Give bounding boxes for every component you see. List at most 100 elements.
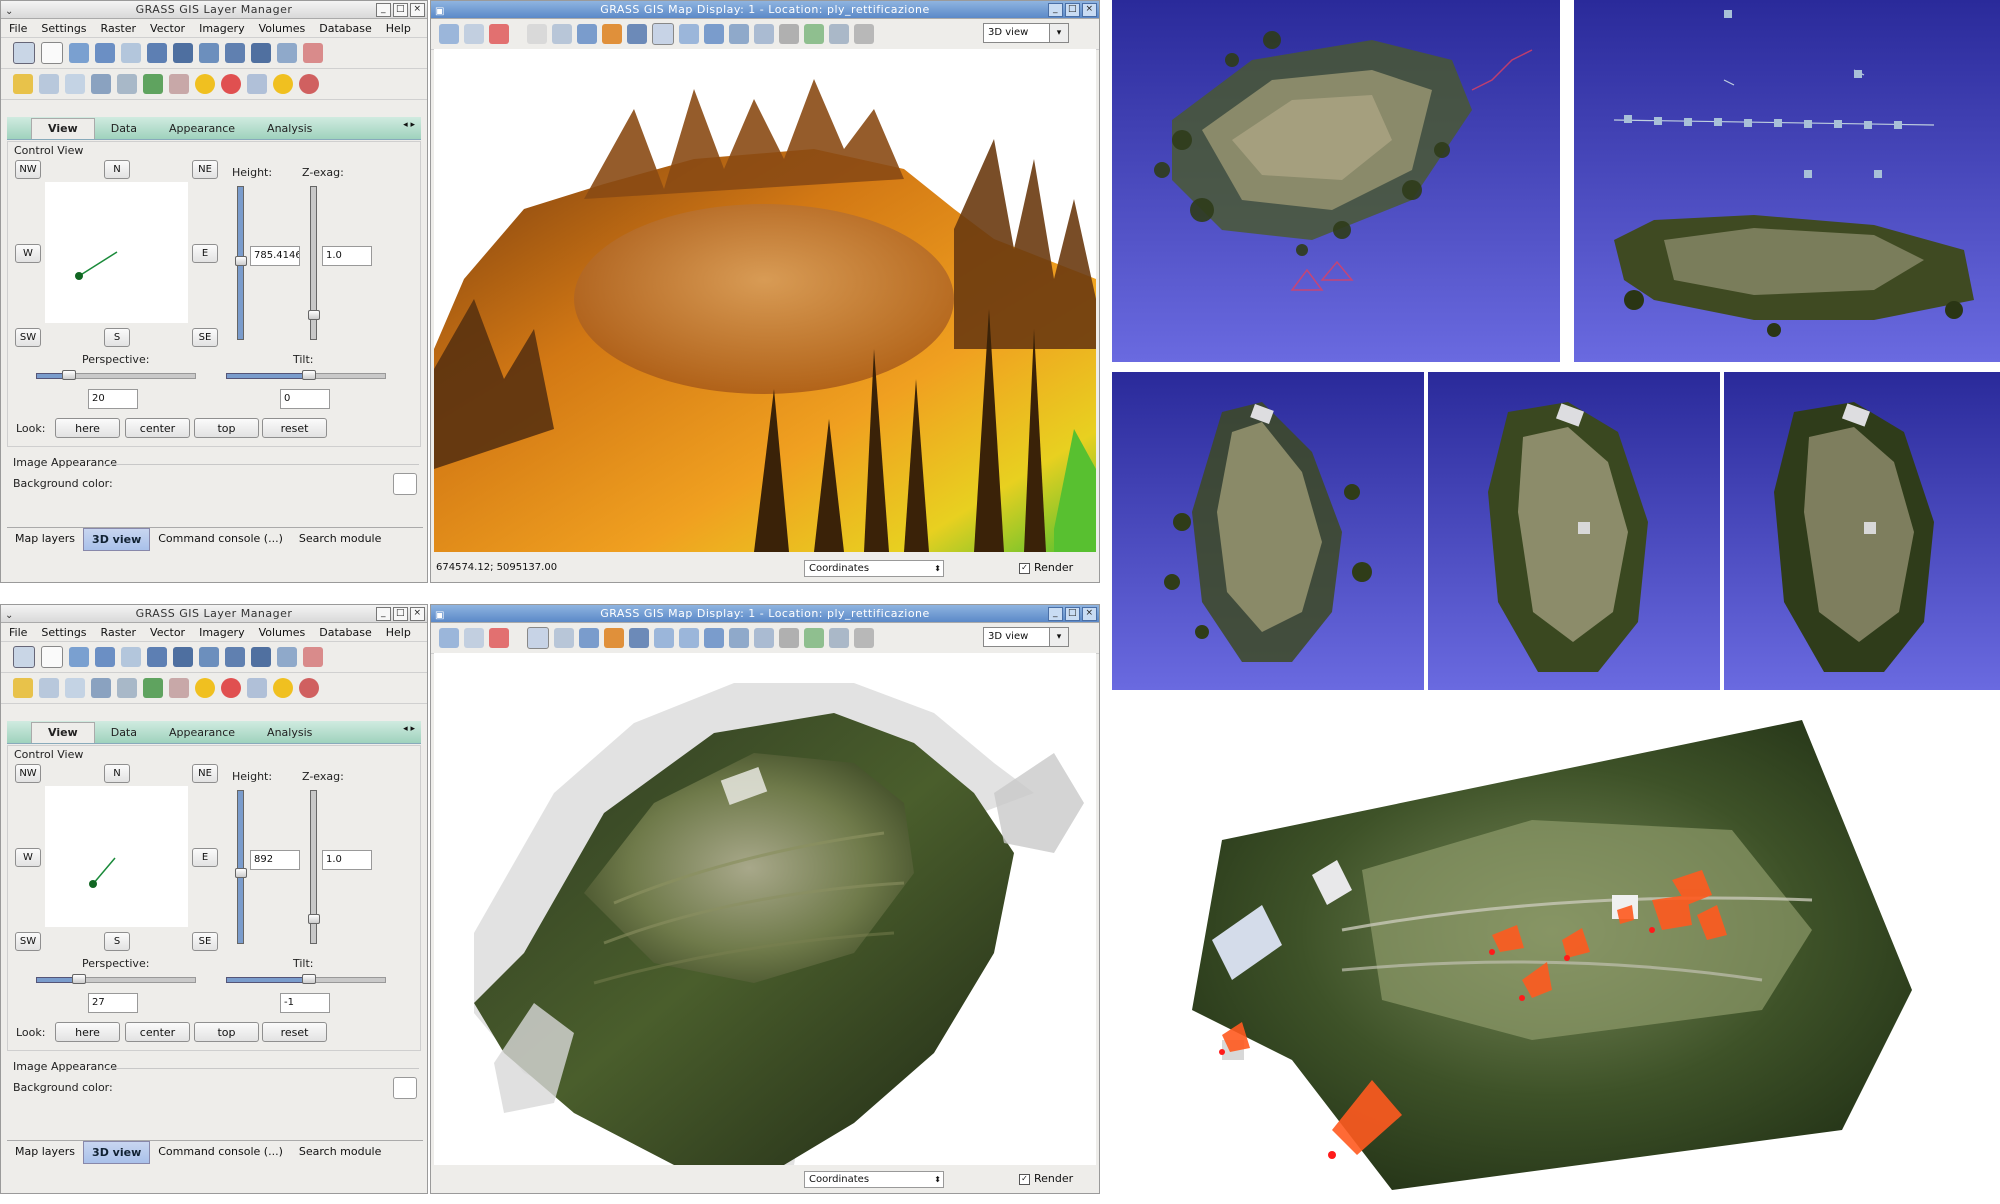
perspective-slider-thumb[interactable] [72,974,86,984]
zoom-back-icon[interactable] [729,628,749,648]
help-lifebuoy-icon[interactable] [221,74,241,94]
tilt-slider-thumb[interactable] [302,974,316,984]
add-vector-icon[interactable] [173,43,193,63]
zexag-slider-thumb[interactable] [308,310,320,320]
maximize-button[interactable]: □ [1065,607,1080,621]
close-button[interactable]: × [410,3,425,17]
delete-layer-icon[interactable] [303,647,323,667]
tab-3d-view[interactable]: 3D view [83,1141,151,1164]
look-reset-button[interactable]: reset [262,1022,327,1042]
query-icon[interactable] [554,628,574,648]
pan-icon[interactable] [579,628,599,648]
window-menu-icon[interactable]: ⌄ [5,607,14,624]
add-group-icon[interactable] [199,43,219,63]
attribute-table-icon[interactable] [39,678,59,698]
tab-scroll-arrows[interactable]: ◂ ▸ [403,120,415,130]
tab-analysis[interactable]: Analysis [251,723,328,743]
direction-se-button[interactable]: SE [192,328,218,347]
print-icon[interactable] [854,628,874,648]
close-button[interactable]: × [1082,3,1097,17]
open-workspace-icon[interactable] [69,647,89,667]
grid-icon[interactable] [117,678,137,698]
new-workspace-icon[interactable] [41,646,63,668]
erase-icon[interactable] [489,628,509,648]
menu-volumes[interactable]: Volumes [259,626,306,639]
maximize-button[interactable]: □ [393,607,408,621]
tab-search-module[interactable]: Search module [291,528,390,549]
menu-database[interactable]: Database [319,626,372,639]
minimize-button[interactable]: _ [1048,3,1063,17]
settings-gear-icon[interactable] [195,678,215,698]
window-menu-icon[interactable]: ▣ [435,3,445,20]
direction-e-button[interactable]: E [192,848,218,867]
new-display-icon[interactable] [13,42,35,64]
zoom-back-icon[interactable] [729,24,749,44]
cartography-icon[interactable] [247,74,267,94]
pointer-icon[interactable] [527,627,549,649]
direction-sw-button[interactable]: SW [15,932,41,951]
minimize-button[interactable]: _ [376,3,391,17]
add-raster-icon[interactable] [121,43,141,63]
minimize-button[interactable]: _ [1048,607,1063,621]
look-here-button[interactable]: here [55,1022,120,1042]
zoom-menu-icon[interactable] [754,628,774,648]
look-center-button[interactable]: center [125,1022,190,1042]
zoom-extent-icon[interactable] [704,628,724,648]
tab-command-console[interactable]: Command console (...) [150,1141,291,1162]
add-command-icon[interactable] [277,43,297,63]
map-canvas[interactable] [434,49,1096,552]
perspective-input[interactable]: 27 [88,993,138,1013]
background-color-picker[interactable] [393,473,417,495]
minimize-button[interactable]: _ [376,607,391,621]
map-canvas[interactable] [434,653,1096,1165]
direction-n-button[interactable]: N [104,160,130,179]
perspective-input[interactable]: 20 [88,389,138,409]
zoom-menu-icon[interactable] [754,24,774,44]
menu-settings[interactable]: Settings [41,22,86,35]
settings-gear-icon[interactable] [195,74,215,94]
menu-raster[interactable]: Raster [101,626,136,639]
preferences-icon[interactable] [273,74,293,94]
add-raster-icon[interactable] [121,647,141,667]
add-rgb-icon[interactable] [147,647,167,667]
add-overlay-icon[interactable] [804,628,824,648]
grid-icon[interactable] [117,74,137,94]
tab-data[interactable]: Data [95,723,153,743]
add-overlay-icon[interactable] [225,43,245,63]
preferences-icon[interactable] [273,678,293,698]
look-top-button[interactable]: top [194,418,259,438]
delete-layer-icon[interactable] [303,43,323,63]
new-display-icon[interactable] [13,646,35,668]
menu-imagery[interactable]: Imagery [199,22,244,35]
direction-nw-button[interactable]: NW [15,764,41,783]
attribute-table-icon[interactable] [39,74,59,94]
tilt-input[interactable]: -1 [280,993,330,1013]
tilt-slider-thumb[interactable] [302,370,316,380]
save-image-icon[interactable] [829,628,849,648]
analyze-icon[interactable] [779,628,799,648]
direction-s-button[interactable]: S [104,932,130,951]
save-image-icon[interactable] [829,24,849,44]
rotate-icon[interactable] [602,24,622,44]
tab-appearance[interactable]: Appearance [153,119,251,139]
menu-volumes[interactable]: Volumes [259,22,306,35]
view-mode-select[interactable]: 3D view ▾ [983,627,1069,647]
menu-vector[interactable]: Vector [150,22,185,35]
zoom-out-icon[interactable] [679,24,699,44]
look-here-button[interactable]: here [55,418,120,438]
tab-map-layers[interactable]: Map layers [7,528,83,549]
tilt-input[interactable]: 0 [280,389,330,409]
statusbar-mode-select[interactable]: Coordinates ⬍ [804,560,944,577]
histogram-icon[interactable] [91,678,111,698]
height-slider-thumb[interactable] [235,256,247,266]
maximize-button[interactable]: □ [1065,3,1080,17]
direction-ne-button[interactable]: NE [192,160,218,179]
quit-icon[interactable] [299,74,319,94]
edit-pencil-icon[interactable] [13,74,33,94]
zexag-input[interactable]: 1.0 [322,850,372,870]
add-overlay-icon[interactable] [225,647,245,667]
add-thematic-icon[interactable] [251,647,271,667]
direction-s-button[interactable]: S [104,328,130,347]
georectify-icon[interactable] [65,74,85,94]
direction-w-button[interactable]: W [15,244,41,263]
